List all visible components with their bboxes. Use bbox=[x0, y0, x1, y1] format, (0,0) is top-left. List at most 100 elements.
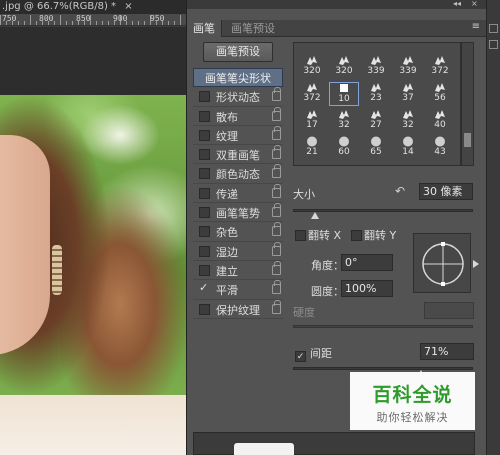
spacing-check-icon[interactable]: ✓ bbox=[295, 351, 306, 362]
brush-option-item[interactable]: 纹理 bbox=[193, 125, 283, 146]
option-checkbox[interactable] bbox=[199, 129, 210, 141]
ruler-tick bbox=[72, 21, 73, 25]
angle-crosshair-icon bbox=[422, 242, 464, 286]
panel-menu-icon[interactable]: ≡ bbox=[472, 21, 480, 32]
option-checkbox[interactable] bbox=[199, 91, 210, 103]
option-checkbox[interactable] bbox=[199, 149, 210, 161]
option-checkbox[interactable] bbox=[199, 187, 210, 199]
lock-icon[interactable] bbox=[272, 183, 281, 198]
option-checkbox[interactable] bbox=[199, 303, 210, 315]
flip-x-box[interactable] bbox=[295, 230, 306, 241]
brush-tip-size: 372 bbox=[303, 93, 321, 103]
brush-tip[interactable]: 372 bbox=[425, 55, 455, 79]
brush-tip[interactable]: 17 bbox=[297, 109, 327, 133]
brush-option-item[interactable]: 颜色动态 bbox=[193, 164, 283, 184]
brush-option-item[interactable]: 湿边 bbox=[193, 241, 283, 261]
brush-tip[interactable]: 56 bbox=[425, 82, 455, 106]
lock-icon[interactable] bbox=[272, 260, 281, 275]
brush-option-item[interactable]: 杂色 bbox=[193, 222, 283, 242]
brush-tip[interactable]: 65 bbox=[361, 136, 391, 160]
lock-icon[interactable] bbox=[272, 87, 281, 102]
canvas-area[interactable] bbox=[0, 27, 186, 455]
dock-icon-1[interactable] bbox=[489, 24, 498, 33]
dock-icon-2[interactable] bbox=[489, 40, 498, 49]
spacing-slider-track[interactable] bbox=[293, 367, 473, 370]
option-checkbox[interactable] bbox=[199, 168, 210, 180]
option-checkbox[interactable] bbox=[199, 264, 210, 276]
brush-option-item[interactable]: 建立 bbox=[193, 260, 283, 281]
spacing-input[interactable]: 71% bbox=[420, 343, 474, 360]
panel-title-bar[interactable]: ◂◂ × bbox=[187, 0, 487, 9]
brush-option-item[interactable]: 形状动态 bbox=[193, 87, 283, 107]
option-checkbox[interactable] bbox=[199, 245, 210, 257]
brush-option-item[interactable]: 画笔笔势 bbox=[193, 203, 283, 223]
brush-tip[interactable]: 372 bbox=[297, 82, 327, 106]
brush-tip-shape-item[interactable]: 画笔笔尖形状 bbox=[193, 68, 283, 88]
brush-tip[interactable]: 339 bbox=[393, 55, 423, 79]
flip-y-box[interactable] bbox=[351, 230, 362, 241]
brush-tip[interactable]: 339 bbox=[361, 55, 391, 79]
brush-option-item[interactable]: 双重画笔 bbox=[193, 145, 283, 165]
reset-size-icon[interactable]: ↶ bbox=[395, 184, 405, 198]
lock-icon[interactable] bbox=[272, 280, 281, 295]
flip-y-checkbox[interactable]: 翻转 Y bbox=[351, 227, 396, 243]
close-tab-icon[interactable]: × bbox=[124, 1, 132, 12]
lock-icon[interactable] bbox=[272, 164, 281, 179]
brush-tip[interactable]: 60 bbox=[329, 136, 359, 160]
brush-presets-button[interactable]: 画笔预设 bbox=[203, 42, 273, 62]
brush-grid-scrollbar[interactable] bbox=[461, 42, 474, 166]
option-checkbox[interactable] bbox=[199, 207, 210, 219]
angle-input[interactable]: 0° bbox=[341, 254, 393, 271]
brush-option-item[interactable]: ✓ 平滑 bbox=[193, 280, 283, 300]
brush-tip[interactable]: 32 bbox=[393, 109, 423, 133]
tab-brush-presets[interactable]: 画笔预设 bbox=[225, 20, 281, 37]
brush-tip-grid[interactable]: 320 320 339 339 372 372 10 23 37 56 17 32 27 32 40 21 60… bbox=[293, 42, 461, 166]
ruler-tick bbox=[138, 21, 139, 25]
stroke-preview bbox=[193, 432, 475, 455]
brush-tip[interactable]: 320 bbox=[329, 55, 359, 79]
brush-tip[interactable]: 14 bbox=[393, 136, 423, 160]
close-panel-icon[interactable]: × bbox=[471, 0, 478, 8]
lock-icon[interactable] bbox=[272, 145, 281, 160]
brush-tip-size: 14 bbox=[402, 147, 414, 157]
brush-option-item[interactable]: 散布 bbox=[193, 106, 283, 126]
brush-tip[interactable]: 23 bbox=[361, 82, 391, 106]
lock-icon[interactable] bbox=[272, 241, 281, 256]
flip-x-checkbox[interactable]: 翻转 X bbox=[295, 227, 341, 243]
lock-icon[interactable] bbox=[272, 125, 281, 140]
lock-icon[interactable] bbox=[272, 222, 281, 237]
size-slider-track[interactable] bbox=[293, 209, 473, 212]
brush-tip-shape-icon bbox=[371, 110, 381, 119]
option-checkbox[interactable] bbox=[199, 110, 210, 122]
brush-tip[interactable]: 21 bbox=[297, 136, 327, 160]
option-checkbox[interactable] bbox=[199, 226, 210, 238]
lock-icon[interactable] bbox=[272, 203, 281, 218]
brush-tip[interactable]: 37 bbox=[393, 82, 423, 106]
scrollbar-thumb[interactable] bbox=[464, 133, 471, 147]
brush-tip[interactable]: 40 bbox=[425, 109, 455, 133]
size-slider-thumb[interactable] bbox=[310, 212, 319, 219]
collapse-panel-icon[interactable]: ◂◂ bbox=[453, 0, 461, 8]
brush-tip-shape-icon bbox=[403, 136, 413, 147]
roundness-input[interactable]: 100% bbox=[341, 280, 393, 297]
tab-brush[interactable]: 画笔 bbox=[187, 20, 222, 37]
lock-icon[interactable] bbox=[272, 299, 281, 314]
brush-tip-shape-icon bbox=[403, 110, 413, 119]
brush-tip[interactable]: 27 bbox=[361, 109, 391, 133]
brush-tip[interactable]: 43 bbox=[425, 136, 455, 160]
brush-tip[interactable]: 320 bbox=[297, 55, 327, 79]
lock-icon[interactable] bbox=[272, 106, 281, 121]
brush-tip-shape-icon bbox=[371, 136, 381, 147]
size-input[interactable]: 30 像素 bbox=[419, 183, 473, 200]
angle-roundness-widget[interactable] bbox=[413, 233, 471, 293]
brush-option-item[interactable]: 保护纹理 bbox=[193, 299, 283, 319]
brush-tip[interactable]: 10 bbox=[329, 82, 359, 106]
flip-y-label: 翻转 Y bbox=[364, 229, 397, 242]
brush-tip-shape-icon bbox=[403, 56, 413, 65]
checked-icon[interactable]: ✓ bbox=[199, 281, 208, 294]
brush-tip[interactable]: 32 bbox=[329, 109, 359, 133]
spacing-checkbox[interactable]: ✓ 间距 bbox=[295, 345, 332, 362]
angle-arrow-icon[interactable] bbox=[473, 260, 479, 268]
brush-option-item[interactable]: 传递 bbox=[193, 183, 283, 204]
document-tab[interactable]: .jpg @ 66.7%(RGB/8) * × bbox=[0, 0, 186, 14]
